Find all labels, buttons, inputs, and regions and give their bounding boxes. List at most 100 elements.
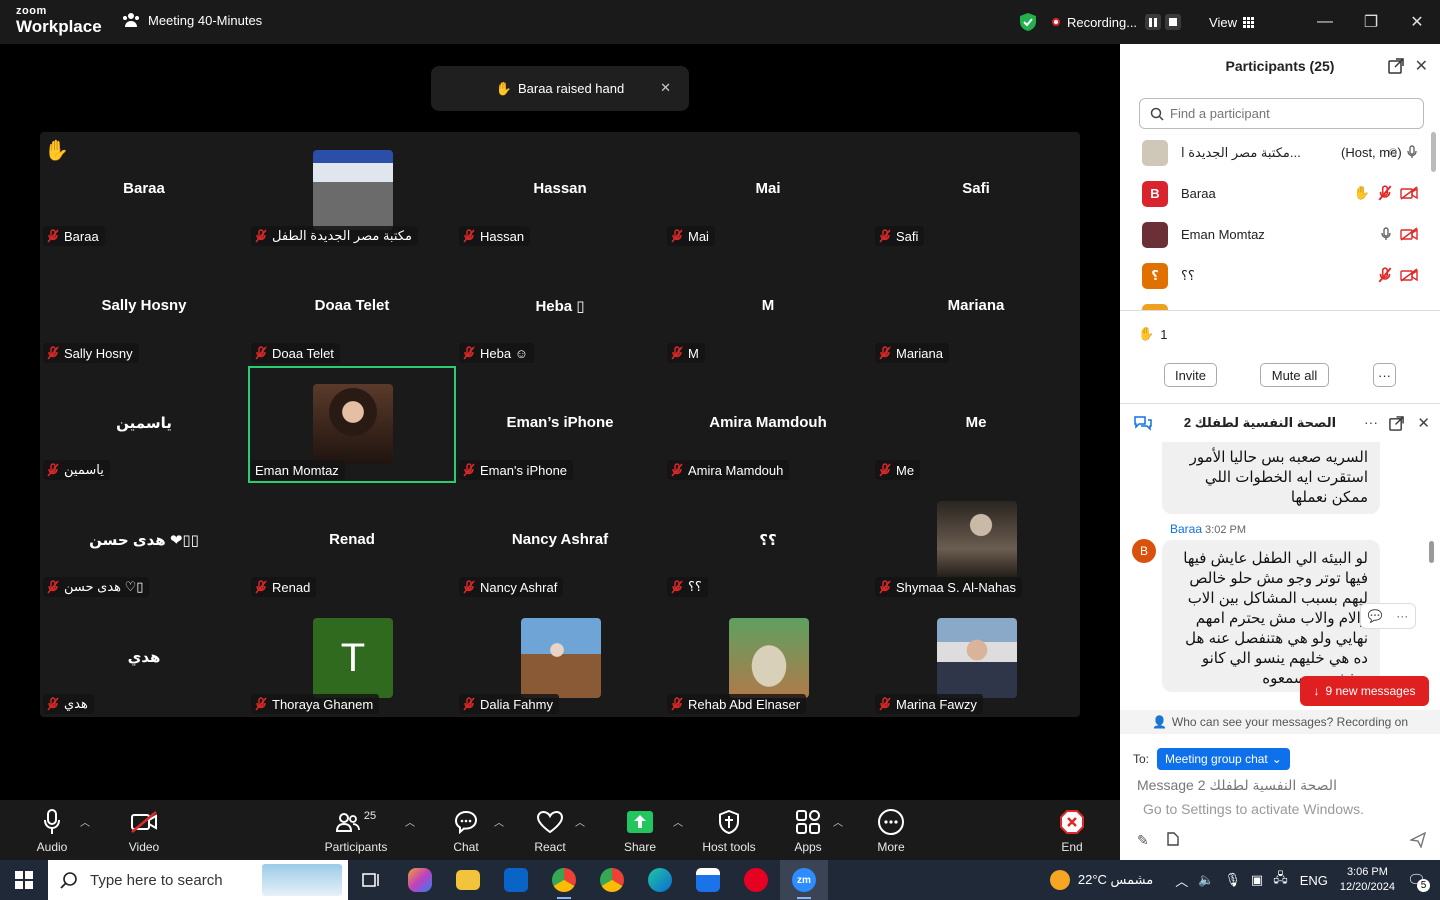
chrome-profile-app[interactable]	[588, 860, 636, 900]
more-button[interactable]: More	[856, 808, 926, 854]
popout-icon[interactable]	[1388, 58, 1404, 74]
video-tile[interactable]: مكتبة مصر الجديدة الطفل	[248, 132, 456, 249]
minimize-button[interactable]: —	[1302, 0, 1348, 44]
microphone-icon[interactable]	[1380, 226, 1392, 242]
chat-more-button[interactable]: ···	[1364, 414, 1378, 430]
pinterest-app[interactable]	[732, 860, 780, 900]
encryption-shield-icon[interactable]	[1019, 13, 1036, 31]
video-tile[interactable]: Mai Mai	[664, 132, 872, 249]
edge-app[interactable]	[636, 860, 684, 900]
video-tile[interactable]: Amira Mamdouh Amira Mamdouh	[664, 366, 872, 483]
video-tile[interactable]: Renad Renad	[248, 483, 456, 600]
participant-search[interactable]	[1139, 98, 1424, 129]
video-tile[interactable]: Sally Hosny Sally Hosny	[40, 249, 248, 366]
language-indicator[interactable]: ENG	[1300, 873, 1328, 888]
close-window-button[interactable]: ✕	[1394, 0, 1440, 44]
mic-tray-icon[interactable]: 🎙	[1224, 872, 1241, 888]
taskbar-search[interactable]: Type here to search	[48, 860, 348, 900]
format-text-icon[interactable]: ✎	[1137, 832, 1149, 849]
participant-row[interactable]: Eman Momtaz	[1120, 214, 1440, 255]
reply-icon[interactable]: 💬	[1368, 609, 1383, 623]
video-tile[interactable]: Rehab Abd Elnaser	[664, 600, 872, 717]
popout-chat-icon[interactable]	[1389, 416, 1404, 431]
sender-avatar[interactable]: B	[1132, 539, 1156, 563]
chat-options-caret[interactable]: ︿	[494, 814, 504, 829]
video-tile[interactable]: T Thoraya Ghanem	[248, 600, 456, 717]
participant-search-input[interactable]	[1170, 106, 1410, 121]
chat-message[interactable]: السريه صعبه بس حاليا الأمور استقرت ايه ال…	[1162, 442, 1380, 514]
maximize-button[interactable]: ❐	[1348, 0, 1394, 44]
react-options-caret[interactable]: ︿	[575, 814, 585, 829]
invite-button[interactable]: Invite	[1164, 363, 1217, 387]
message-more-button[interactable]: ···	[1396, 609, 1408, 623]
stop-recording-button[interactable]	[1165, 14, 1182, 30]
close-chat-button[interactable]: ✕	[1417, 414, 1430, 432]
apps-options-caret[interactable]: ︿	[833, 814, 843, 829]
video-tile[interactable]: هدي هدي	[40, 600, 248, 717]
chat-scrollbar[interactable]	[1429, 541, 1434, 563]
mic-muted-icon[interactable]	[1378, 185, 1392, 201]
video-tile[interactable]: Marina Fawzy	[872, 600, 1080, 717]
chat-message[interactable]: لو البيئه الي الطفل عايش فيها فيها توتر و…	[1162, 540, 1380, 692]
message-visibility-info[interactable]: 👤 Who can see your messages? Recording o…	[1120, 710, 1440, 734]
chrome-app[interactable]	[540, 860, 588, 900]
pause-recording-button[interactable]	[1145, 14, 1162, 30]
video-tile[interactable]: ؟؟ ؟؟	[664, 483, 872, 600]
message-input[interactable]: Message الصحة النفسية لطفلك 2	[1137, 777, 1427, 794]
copilot-app[interactable]	[396, 860, 444, 900]
video-tile[interactable]: Safi Safi	[872, 132, 1080, 249]
video-tile[interactable]: Eman’s iPhone Eman's iPhone	[456, 366, 664, 483]
gallery-grid-icon[interactable]	[1243, 16, 1254, 28]
video-tile[interactable]: Mariana Mariana	[872, 249, 1080, 366]
chat-button[interactable]: Chat	[431, 808, 501, 854]
video-tile[interactable]: Doaa Telet Doaa Telet	[248, 249, 456, 366]
participant-row[interactable]: مكتبة مصر الجديدة ا... (Host, me) ⊙	[1120, 132, 1440, 173]
video-tile[interactable]: ياسمين ياسمين	[40, 366, 248, 483]
close-participants-button[interactable]: ✕	[1415, 56, 1428, 76]
participant-row[interactable]	[1120, 296, 1440, 310]
video-tile[interactable]: Heba ▯ Heba ☺	[456, 249, 664, 366]
participants-button[interactable]: 25 Participants	[321, 808, 391, 854]
weather-text[interactable]: 22°C مشمس	[1078, 872, 1153, 888]
sender-name[interactable]: Baraa	[1170, 522, 1202, 536]
mute-all-button[interactable]: Mute all	[1260, 363, 1329, 387]
meeting-info-button[interactable]: Meeting 40-Minutes	[122, 12, 262, 28]
send-icon[interactable]	[1410, 832, 1426, 848]
participant-row[interactable]: B Baraa ✋	[1120, 173, 1440, 214]
network-icon[interactable]: 🖧	[1273, 869, 1288, 891]
task-view-button[interactable]	[348, 860, 396, 900]
video-button[interactable]: Video	[109, 808, 179, 854]
store-app[interactable]	[684, 860, 732, 900]
participant-list-scrollbar[interactable]	[1431, 132, 1436, 172]
video-tile[interactable]: ✋ Baraa Baraa	[40, 132, 248, 249]
participant-row[interactable]: ؟ ؟؟	[1120, 255, 1440, 296]
video-off-icon[interactable]	[1400, 227, 1418, 241]
participants-options-caret[interactable]: ︿	[405, 814, 415, 829]
video-tile[interactable]: Hassan Hassan	[456, 132, 664, 249]
start-button[interactable]	[0, 860, 48, 900]
file-icon[interactable]	[1167, 832, 1179, 846]
recipient-select[interactable]: Meeting group chat ⌄	[1157, 748, 1290, 770]
end-button[interactable]: End	[1037, 808, 1107, 854]
video-off-icon[interactable]	[1400, 186, 1418, 200]
host-tools-button[interactable]: Host tools	[694, 808, 764, 854]
zoom-app[interactable]: zm	[780, 860, 828, 900]
audio-button[interactable]: Audio	[17, 808, 87, 854]
video-tile[interactable]: Nancy Ashraf Nancy Ashraf	[456, 483, 664, 600]
video-tile[interactable]: Eman Momtaz	[248, 366, 456, 483]
new-messages-button[interactable]: ↓ 9 new messages	[1300, 676, 1429, 706]
share-options-caret[interactable]: ︿	[673, 814, 683, 829]
camera-tray-icon[interactable]: ▣	[1251, 872, 1263, 888]
participants-more-button[interactable]: ···	[1373, 363, 1396, 387]
dismiss-toast-button[interactable]: ✕	[660, 80, 671, 96]
volume-icon[interactable]: 🔈	[1198, 872, 1214, 888]
audio-options-caret[interactable]: ︿	[80, 814, 90, 829]
video-tile[interactable]: هدى حسن ❤▯▯ هدى حسن ♡▯	[40, 483, 248, 600]
video-tile[interactable]: MM	[664, 249, 872, 366]
outlook-app[interactable]	[492, 860, 540, 900]
video-tile[interactable]: Dalia Fahmy	[456, 600, 664, 717]
share-button[interactable]: Share	[605, 808, 675, 854]
view-button[interactable]: View	[1209, 15, 1237, 30]
microphone-icon[interactable]	[1406, 144, 1418, 160]
video-tile[interactable]: Shymaa S. Al-Nahas	[872, 483, 1080, 600]
